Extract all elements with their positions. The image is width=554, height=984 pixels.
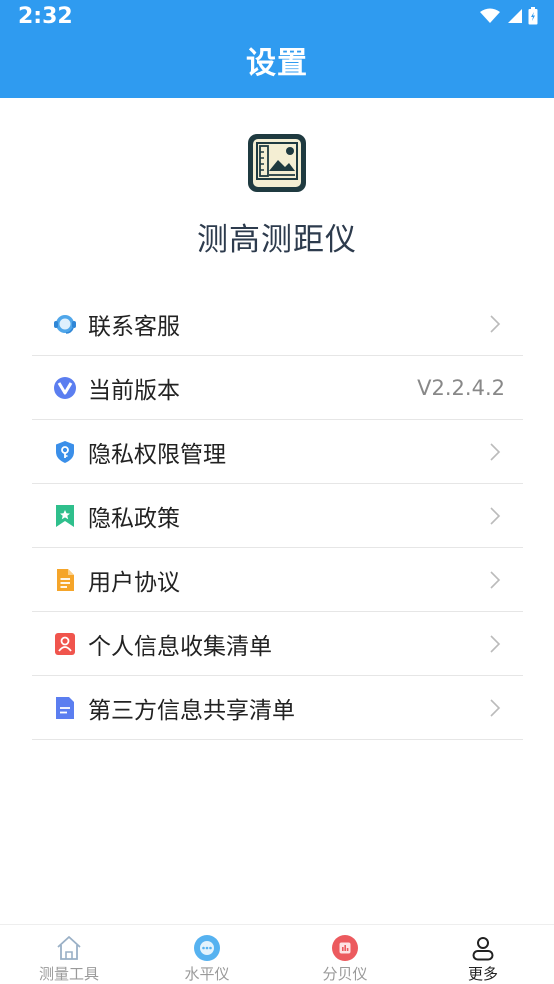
bookmark-star-icon [56,505,74,527]
decibel-icon [332,935,358,961]
menu-label: 用户协议 [88,569,180,596]
menu-item-personal-info-list[interactable]: 个人信息收集清单 [32,612,523,676]
chevron-right-icon [490,571,501,589]
version-v-icon [54,377,76,399]
home-icon [57,936,81,960]
settings-menu: 联系客服 当前版本 V2.2.4.2 隐私权限管理 隐私政策 用户协议 个人信息… [32,292,523,740]
cellular-signal-icon [508,9,522,23]
tab-measure-tools[interactable]: 测量工具 [0,925,138,984]
chevron-right-icon [490,699,501,717]
bottom-tab-bar: 测量工具 水平仪 分贝仪 更多 [0,924,554,984]
tab-label: 测量工具 [38,965,99,983]
tab-decibel-meter[interactable]: 分贝仪 [276,925,414,984]
status-time: 2:32 [18,4,73,29]
chevron-right-icon [490,443,501,461]
chevron-right-icon [490,315,501,333]
menu-label: 第三方信息共享清单 [88,697,295,724]
menu-item-privacy-policy[interactable]: 隐私政策 [32,484,523,548]
tab-label: 更多 [467,965,498,983]
headset-icon [54,315,76,334]
status-icons [480,6,538,26]
file-list-icon [56,697,74,719]
menu-item-third-party-sharing-list[interactable]: 第三方信息共享清单 [32,676,523,740]
app-logo-icon [248,134,306,192]
menu-label: 隐私政策 [88,505,180,532]
tab-label: 水平仪 [184,965,230,983]
wifi-icon [480,8,500,23]
app-name: 测高测距仪 [197,222,357,258]
menu-item-privacy-permissions[interactable]: 隐私权限管理 [32,420,523,484]
tab-more[interactable]: 更多 [414,925,552,984]
chevron-right-icon [490,635,501,653]
chevron-right-icon [490,507,501,525]
page-title: 设置 [246,46,308,81]
status-bar: 2:32 [0,0,554,34]
app-bar: 设置 [0,34,554,98]
shield-key-icon [56,441,74,463]
person-card-icon [55,633,75,655]
menu-label: 当前版本 [88,377,180,404]
app-info-header: 测高测距仪 [0,98,554,288]
document-icon [57,569,74,591]
menu-label: 联系客服 [88,313,180,340]
battery-icon [528,7,538,25]
menu-label: 隐私权限管理 [88,441,226,468]
menu-label: 个人信息收集清单 [88,633,272,660]
menu-item-current-version[interactable]: 当前版本 V2.2.4.2 [32,356,523,420]
tab-level[interactable]: 水平仪 [138,925,276,984]
version-value: V2.2.4.2 [417,375,505,400]
user-icon [472,937,494,961]
menu-item-contact-support[interactable]: 联系客服 [32,292,523,356]
level-bubble-icon [194,935,220,961]
tab-label: 分贝仪 [322,965,368,983]
menu-item-user-agreement[interactable]: 用户协议 [32,548,523,612]
